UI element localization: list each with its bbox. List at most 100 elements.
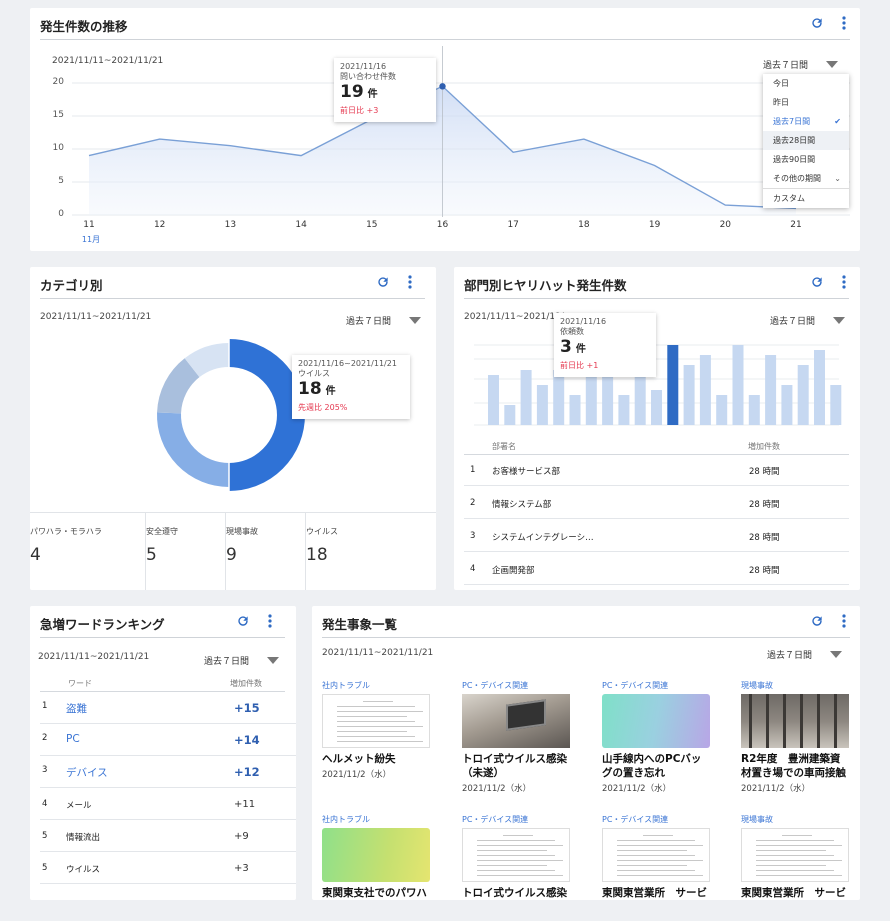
news-category[interactable]: 社内トラブル (322, 680, 430, 692)
list-item[interactable]: 5 ウイルス +3 (40, 852, 296, 884)
bar-active[interactable] (667, 345, 679, 425)
events-period-select[interactable]: 過去７日間 (767, 648, 843, 661)
bar[interactable] (520, 370, 532, 425)
donut-segment-virus[interactable] (228, 339, 305, 491)
news-category[interactable]: PC・デバイス関連 (462, 814, 570, 826)
news-item[interactable]: 現場事故 R2年度 豊洲建築資材置き場での車両接触 2021/11/2（水） (741, 680, 849, 794)
table-row[interactable]: 3 システムインテグレーシ… 28 時間 (464, 521, 849, 552)
bar[interactable] (536, 385, 548, 425)
news-title[interactable]: 東関東営業所 サービス (741, 886, 849, 900)
row-count: 28 時間 (749, 533, 780, 543)
photo-thumbnail[interactable] (741, 694, 849, 748)
dropdown-option[interactable]: その他の期間 ⌄ (763, 169, 849, 188)
dropdown-option[interactable]: カスタム (763, 189, 849, 208)
doc-line (477, 875, 563, 876)
bar[interactable] (732, 345, 744, 425)
news-item[interactable]: PC・デバイス関連 山手線内へのPCバッグの置き忘れ 2021/11/2（水） (602, 680, 710, 794)
more-vert-icon[interactable] (268, 614, 272, 628)
rank-number: 2 (42, 733, 48, 743)
list-item[interactable]: 1 盗難 +15 (40, 692, 296, 724)
rank-word[interactable]: PC (66, 733, 80, 745)
image-thumbnail[interactable] (322, 828, 430, 882)
ranking-period-select[interactable]: 過去７日間 (204, 654, 280, 667)
refresh-icon[interactable] (236, 614, 250, 628)
dropdown-option[interactable]: 昨日 (763, 93, 849, 112)
events-title: 発生事象一覧 (322, 617, 398, 632)
doc-line (756, 850, 826, 851)
news-title[interactable]: R2年度 豊洲建築資材置き場での車両接触 (741, 752, 849, 780)
refresh-icon[interactable] (810, 614, 824, 628)
bar[interactable] (748, 395, 760, 425)
news-category[interactable]: 現場事故 (741, 814, 849, 826)
tooltip-date: 2021/11/16 (560, 317, 607, 326)
document-thumbnail[interactable] (602, 828, 710, 882)
bar[interactable] (765, 355, 777, 425)
more-vert-icon[interactable] (842, 614, 846, 628)
bar[interactable] (781, 385, 793, 425)
bar[interactable] (830, 385, 842, 425)
bar[interactable] (602, 375, 614, 425)
rank-word[interactable]: 情報流出 (66, 831, 100, 843)
document-thumbnail[interactable] (322, 694, 430, 748)
bar[interactable] (488, 375, 499, 425)
tooltip-label: 問い合わせ件数 (340, 72, 396, 81)
image-thumbnail[interactable] (602, 694, 710, 748)
bar[interactable] (699, 355, 711, 425)
news-category[interactable]: PC・デバイス関連 (602, 814, 710, 826)
bar[interactable] (651, 390, 662, 425)
bar[interactable] (618, 395, 630, 425)
dropdown-option-label: 過去7日間 (773, 117, 811, 126)
news-item[interactable]: 社内トラブル ヘルメット紛失 2021/11/2（水） (322, 680, 430, 780)
dropdown-option[interactable]: 過去28日間 (763, 131, 849, 150)
news-item[interactable]: PC・デバイス関連 トロイ式ウイルス感染 (462, 814, 570, 900)
doc-line (617, 850, 687, 851)
stat-box: 安全遵守 5 (146, 512, 226, 590)
list-item[interactable]: 3 デバイス +12 (40, 756, 296, 788)
news-title[interactable]: トロイ式ウイルス感染（未遂） (462, 752, 570, 780)
dropdown-option[interactable]: 過去7日間 ✔ (763, 112, 849, 131)
dropdown-option[interactable]: 今日 (763, 74, 849, 93)
bar[interactable] (814, 350, 825, 425)
donut-segment-power[interactable] (184, 343, 230, 378)
rank-word[interactable]: 盗難 (66, 701, 87, 716)
news-item[interactable]: PC・デバイス関連東関東営業所 サービス (602, 814, 710, 900)
table-row[interactable]: 1 お客様サービス部 28 時間 (464, 455, 849, 486)
document-thumbnail[interactable] (462, 828, 570, 882)
rank-word[interactable]: ウイルス (66, 863, 100, 875)
news-title[interactable]: ヘルメット紛失 (322, 752, 430, 766)
table-row[interactable]: 4 企画開発部 28 時間 (464, 554, 849, 585)
bar[interactable] (569, 395, 581, 425)
dropdown-option[interactable]: 過去90日間 (763, 150, 849, 169)
list-item[interactable]: 2 PC +14 (40, 724, 296, 756)
table-row[interactable]: 2 情報システム部 28 時間 (464, 488, 849, 519)
news-category[interactable]: PC・デバイス関連 (602, 680, 710, 692)
tooltip-delta: 前日比 +1 (560, 361, 599, 370)
photo-thumbnail[interactable] (462, 694, 570, 748)
hover-point[interactable] (439, 83, 446, 90)
news-category[interactable]: PC・デバイス関連 (462, 680, 570, 692)
news-item[interactable]: 現場事故東関東営業所 サービス (741, 814, 849, 900)
news-title[interactable]: 東関東支社でのパワハラ事案 (322, 886, 430, 900)
bar[interactable] (553, 370, 565, 425)
donut-segment-anzen[interactable] (157, 358, 200, 414)
bar[interactable] (716, 395, 728, 425)
rank-count: +11 (234, 799, 256, 810)
rank-word[interactable]: メール (66, 799, 92, 811)
news-title[interactable]: 山手線内へのPCバッグの置き忘れ (602, 752, 710, 780)
list-item[interactable]: 5 情報流出 +9 (40, 820, 296, 852)
news-title[interactable]: 東関東営業所 サービス (602, 886, 710, 900)
news-category[interactable]: 現場事故 (741, 680, 849, 692)
bar[interactable] (797, 365, 809, 425)
list-item[interactable]: 4 メール +11 (40, 788, 296, 820)
document-thumbnail[interactable] (741, 828, 849, 882)
donut-segment-genba[interactable] (157, 412, 230, 487)
rank-word[interactable]: デバイス (66, 765, 108, 780)
bar[interactable] (634, 370, 646, 425)
news-item[interactable]: PC・デバイス関連 トロイ式ウイルス感染（未遂） 2021/11/2（水） (462, 680, 570, 794)
building-column (783, 694, 786, 748)
news-category[interactable]: 社内トラブル (322, 814, 430, 826)
news-item[interactable]: 社内トラブル東関東支社でのパワハラ事案 (322, 814, 430, 900)
news-title[interactable]: トロイ式ウイルス感染 (462, 886, 570, 900)
bar[interactable] (683, 365, 695, 425)
bar[interactable] (504, 405, 516, 425)
